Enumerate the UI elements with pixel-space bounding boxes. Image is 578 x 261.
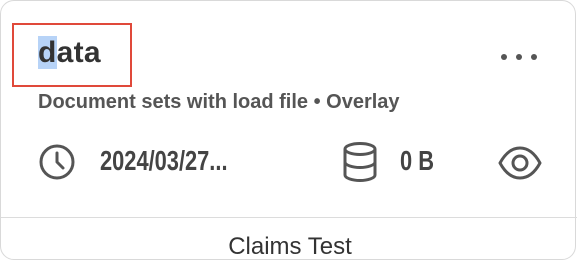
- dataset-size: 0 B: [400, 145, 434, 176]
- database-icon: [343, 142, 377, 183]
- more-dot: [516, 54, 522, 60]
- card-title[interactable]: data: [38, 34, 101, 72]
- card-subtitle: Document sets with load file • Overlay: [38, 91, 400, 113]
- more-options-button[interactable]: [501, 45, 537, 69]
- title-selected-text: d: [38, 36, 57, 69]
- more-dot: [531, 54, 537, 60]
- title-text: ata: [56, 36, 101, 69]
- clock-icon: [39, 144, 75, 180]
- dataset-card[interactable]: data Document sets with load file • Over…: [0, 0, 578, 261]
- card-footer-label[interactable]: Claims Test: [1, 233, 578, 261]
- card-divider: [1, 217, 577, 218]
- modified-date: 2024/03/27...: [100, 145, 228, 176]
- more-horizontal-icon: [501, 54, 507, 60]
- card-meta-row: 2024/03/27... 0 B: [38, 141, 548, 185]
- eye-icon[interactable]: [498, 145, 542, 181]
